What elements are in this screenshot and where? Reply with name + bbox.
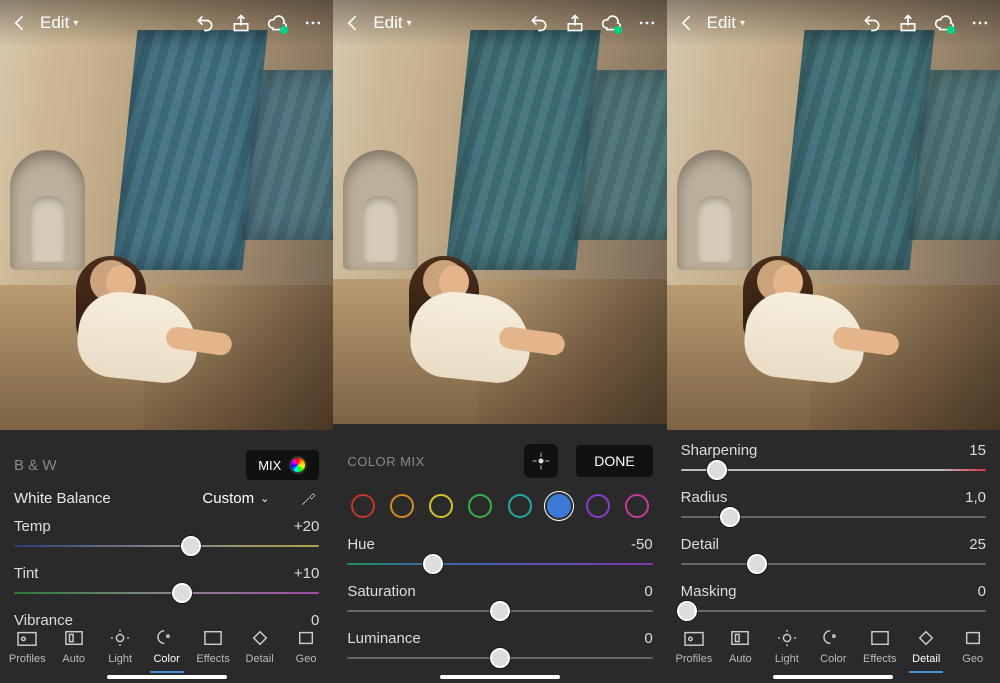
tab-effects[interactable]: Effects xyxy=(857,629,903,665)
slider-vibrance[interactable]: Vibrance0 xyxy=(14,612,319,629)
chevron-down-icon: ▾ xyxy=(740,18,745,29)
tab-detail[interactable]: Detail xyxy=(903,629,949,665)
home-indicator xyxy=(107,675,227,679)
chevron-down-icon: ▾ xyxy=(407,18,412,29)
slider-tint[interactable]: Tint+10 xyxy=(14,565,319,594)
slider-temp[interactable]: Temp+20 xyxy=(14,518,319,547)
mode-dropdown[interactable]: Edit▾ xyxy=(373,13,411,33)
white-balance-value: Custom xyxy=(202,490,254,507)
swatch-blue[interactable] xyxy=(547,494,571,518)
share-icon[interactable] xyxy=(565,13,585,33)
swatch-green[interactable] xyxy=(468,494,492,518)
share-icon[interactable] xyxy=(898,13,918,33)
home-indicator xyxy=(440,675,560,679)
more-icon[interactable] xyxy=(303,13,323,33)
panel-color: B & W MIX White Balance Custom ⌄ Temp+20… xyxy=(0,430,333,683)
top-bar: Edit▾ xyxy=(667,0,1000,46)
back-icon[interactable] xyxy=(343,13,363,33)
slider-detail[interactable]: Detail25 xyxy=(681,536,986,565)
top-bar: Edit▾ xyxy=(333,0,666,46)
swatch-orange[interactable] xyxy=(390,494,414,518)
share-icon[interactable] xyxy=(231,13,251,33)
tab-light[interactable]: Light xyxy=(97,629,143,665)
colorwheel-icon xyxy=(289,456,307,474)
undo-icon[interactable] xyxy=(862,13,882,33)
tool-tab-bar: Profiles Auto Light Color Effects Detail… xyxy=(0,629,333,665)
tab-color[interactable]: Color xyxy=(810,629,856,665)
chevron-down-icon: ▾ xyxy=(73,18,78,29)
bw-toggle[interactable]: B & W xyxy=(14,457,57,474)
cloud-sync-icon[interactable] xyxy=(601,13,621,33)
tab-profiles[interactable]: Profiles xyxy=(671,629,717,665)
slider-sharpening[interactable]: Sharpening15 xyxy=(681,442,986,471)
more-icon[interactable] xyxy=(637,13,657,33)
mode-dropdown[interactable]: Edit ▾ xyxy=(40,13,78,33)
back-icon[interactable] xyxy=(10,13,30,33)
color-swatches xyxy=(347,486,652,526)
swatch-purple[interactable] xyxy=(586,494,610,518)
panel-color-mix: COLOR MIX DONE Hue-50 Saturation0 Lumin xyxy=(333,424,666,683)
swatch-yellow[interactable] xyxy=(429,494,453,518)
mix-button[interactable]: MIX xyxy=(246,450,319,480)
mode-dropdown[interactable]: Edit▾ xyxy=(707,13,745,33)
white-balance-caption: White Balance xyxy=(14,490,111,507)
mode-label: Edit xyxy=(40,13,69,33)
undo-icon[interactable] xyxy=(529,13,549,33)
tool-tab-bar: Profiles Auto Light Color Effects Detail… xyxy=(667,629,1000,665)
undo-icon[interactable] xyxy=(195,13,215,33)
slider-luminance[interactable]: Luminance0 xyxy=(347,630,652,659)
photo-preview[interactable] xyxy=(0,0,333,430)
pane-detail: Edit▾ Sharpening15 Radius1,0 Detail25 Ma… xyxy=(667,0,1000,683)
cloud-sync-icon[interactable] xyxy=(267,13,287,33)
swatch-aqua[interactable] xyxy=(508,494,532,518)
back-icon[interactable] xyxy=(677,13,697,33)
slider-masking[interactable]: Masking0 xyxy=(681,583,986,612)
panel-detail: Sharpening15 Radius1,0 Detail25 Masking0… xyxy=(667,430,1000,683)
sync-status-dot xyxy=(614,26,622,34)
pane-color: Edit ▾ B & W MIX White Balance xyxy=(0,0,333,683)
white-balance-select[interactable]: Custom ⌄ xyxy=(202,490,269,507)
tab-geometry[interactable]: Geo xyxy=(283,629,329,665)
chevron-down-icon: ⌄ xyxy=(260,492,269,505)
slider-hue[interactable]: Hue-50 xyxy=(347,536,652,565)
home-indicator xyxy=(773,675,893,679)
swatch-magenta[interactable] xyxy=(625,494,649,518)
done-button[interactable]: DONE xyxy=(576,445,652,477)
pane-color-mix: Edit▾ COLOR MIX DONE xyxy=(333,0,666,683)
color-mix-title: COLOR MIX xyxy=(347,454,424,469)
tab-profiles[interactable]: Profiles xyxy=(4,629,50,665)
tab-auto[interactable]: Auto xyxy=(50,629,96,665)
photo-preview[interactable] xyxy=(333,0,666,424)
tab-geometry[interactable]: Geo xyxy=(949,629,995,665)
targeted-adjust-button[interactable] xyxy=(524,444,558,478)
tab-detail[interactable]: Detail xyxy=(236,629,282,665)
tab-light[interactable]: Light xyxy=(764,629,810,665)
more-icon[interactable] xyxy=(970,13,990,33)
slider-radius[interactable]: Radius1,0 xyxy=(681,489,986,518)
slider-saturation[interactable]: Saturation0 xyxy=(347,583,652,612)
mix-label: MIX xyxy=(258,458,281,473)
cloud-sync-icon[interactable] xyxy=(934,13,954,33)
tab-color[interactable]: Color xyxy=(143,629,189,665)
top-bar: Edit ▾ xyxy=(0,0,333,46)
photo-preview[interactable] xyxy=(667,0,1000,430)
tab-auto[interactable]: Auto xyxy=(717,629,763,665)
tab-effects[interactable]: Effects xyxy=(190,629,236,665)
sync-status-dot xyxy=(947,26,955,34)
swatch-red[interactable] xyxy=(351,494,375,518)
eyedropper-icon[interactable] xyxy=(299,488,319,508)
